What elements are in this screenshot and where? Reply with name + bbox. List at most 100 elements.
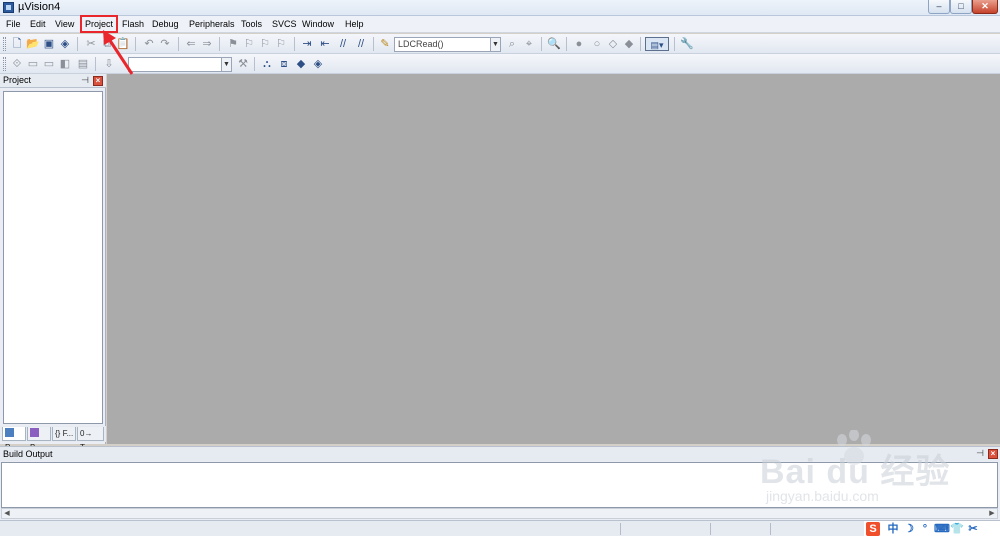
tab-project[interactable]: P... [2,427,26,452]
toolbar-separator [178,37,179,51]
bookmark-prev-icon[interactable]: ⚐ [242,37,256,51]
punctuation-icon[interactable]: ° [918,522,932,536]
build-output-title: Build Output [3,449,53,459]
configure-icon[interactable]: 🔧 [680,37,694,51]
menu-tools[interactable]: Tools [241,18,262,31]
maximize-button[interactable]: □ [950,0,972,14]
menu-bar: File Edit View Project Flash Debug Perip… [0,16,1000,33]
menu-file[interactable]: File [6,18,21,31]
pin-icon[interactable]: ⊣ [975,448,985,458]
find-combo-value: LDCRead() [398,39,444,49]
rebuild-icon[interactable]: ▭ [42,57,56,71]
build-icon[interactable]: ▭ [26,57,40,71]
project-tree[interactable] [3,91,103,424]
bookmark-clear-icon[interactable]: ⚐ [274,37,288,51]
disable-all-breakpoints-icon[interactable]: ◇ [606,37,620,51]
toolbar-separator [640,37,641,51]
project-panel-tabs: P... B... {} F... 0→ T... [0,426,106,452]
copy-icon[interactable]: ⧉ [100,37,114,51]
start-debug-icon[interactable]: 🔍 [547,37,561,51]
bookmark-toggle-icon[interactable]: ⚑ [226,37,240,51]
toolbar-build: ⟐ ▭ ▭ ◧ ▤ ⇩ ▼ ⚒ ⛬ ⧈ ◆ ◈ [0,54,1000,74]
toolbar-grip[interactable] [3,57,6,71]
menu-debug[interactable]: Debug [152,18,179,31]
undo-icon[interactable]: ↶ [142,37,156,51]
toolbar-separator [135,37,136,51]
menu-svcs[interactable]: SVCS [272,18,297,31]
moon-icon[interactable]: ☽ [902,522,916,536]
translate-icon[interactable]: ⟐ [10,57,24,71]
scroll-right-icon[interactable]: ▶ [987,509,997,518]
menu-help[interactable]: Help [345,18,364,31]
ime-language-icon[interactable]: 中 [886,522,900,536]
target-options-icon[interactable]: ⚒ [236,57,250,71]
manage-runtime-icon[interactable]: ◈ [311,57,325,71]
stop-build-icon[interactable]: ▤ [76,57,90,71]
file-extensions-icon[interactable]: ⧈ [277,57,291,71]
tab-books[interactable]: B... [27,427,51,452]
chevron-down-icon[interactable]: ▼ [221,58,231,71]
find-combo[interactable]: LDCRead() ▼ [394,37,501,52]
tab-templates[interactable]: 0→ T... [77,427,104,452]
redo-icon[interactable]: ↷ [158,37,172,51]
watermark-logo-text: Bai du 经验 [760,453,951,491]
watermark-url: jingyan.baidu.com [766,488,879,504]
save-all-icon[interactable]: ◈ [58,37,72,51]
menu-edit[interactable]: Edit [30,18,46,31]
cut-icon[interactable]: ✂ [84,37,98,51]
toolbar-file: 🗋 📂 ▣ ◈ ✂ ⧉ 📋 ↶ ↷ ⇐ ⇒ ⚑ ⚐ ⚐ ⚐ ⇥ ⇤ // // … [0,34,1000,54]
menu-peripherals[interactable]: Peripherals [189,18,235,31]
tab-functions[interactable]: {} F... [52,427,76,441]
target-select[interactable]: ▼ [128,57,232,72]
uvision-app-icon [3,2,14,13]
paste-icon[interactable]: 📋 [116,37,130,51]
batch-build-icon[interactable]: ◧ [58,57,72,71]
toolbar-separator [294,37,295,51]
toolbar-separator [674,37,675,51]
enable-breakpoint-icon[interactable]: ○ [590,37,604,51]
tools-icon[interactable]: ✂ [966,522,980,536]
menu-flash[interactable]: Flash [122,18,144,31]
select-packs-icon[interactable]: ◆ [294,57,308,71]
window-layout-icon[interactable]: ▤▾ [645,37,669,51]
close-button[interactable]: ✕ [972,0,998,14]
shirt-icon[interactable]: 👕 [950,522,964,536]
insert-breakpoint-icon[interactable]: ● [572,37,586,51]
find-in-files-icon[interactable]: ✎ [378,37,392,51]
menu-window[interactable]: Window [302,18,334,31]
keyboard-icon[interactable]: ⌨ [934,522,950,536]
navigate-forward-icon[interactable]: ⇒ [200,37,214,51]
toolbar-grip[interactable] [3,37,6,51]
toolbar-separator [254,57,255,71]
uncomment-icon[interactable]: // [354,37,368,51]
pin-icon[interactable]: ⊣ [80,75,90,85]
bookmark-next-icon[interactable]: ⚐ [258,37,272,51]
close-icon[interactable]: × [988,449,998,459]
incremental-find-icon[interactable]: ⌖ [522,37,536,51]
project-panel: Project ⊣ × P... B... {} F... 0→ T... [0,74,106,452]
new-file-icon[interactable]: 🗋 [10,37,24,51]
unindent-icon[interactable]: ⇤ [318,37,332,51]
system-tray: S 中 ☽ ° ⌨ 👕 ✂ [864,521,1000,536]
editor-workspace[interactable] [107,74,1000,444]
minimize-button[interactable]: – [928,0,950,14]
status-divider [620,523,621,535]
ime-s-icon[interactable]: S [866,522,880,536]
manage-project-items-icon[interactable]: ⛬ [260,57,274,71]
toolbar-separator [219,37,220,51]
menu-view[interactable]: View [55,18,74,31]
navigate-back-icon[interactable]: ⇐ [184,37,198,51]
comment-icon[interactable]: // [336,37,350,51]
window-title: µVision4 [18,1,61,13]
scroll-left-icon[interactable]: ◀ [2,509,12,518]
indent-icon[interactable]: ⇥ [300,37,314,51]
chevron-down-icon[interactable]: ▼ [490,38,500,51]
download-icon[interactable]: ⇩ [102,57,116,71]
toolbar-separator [95,57,96,71]
save-icon[interactable]: ▣ [42,37,56,51]
kill-all-breakpoints-icon[interactable]: ◆ [622,37,636,51]
close-icon[interactable]: × [93,76,103,86]
status-divider [770,523,771,535]
find-icon[interactable]: ⌕ [505,37,519,51]
open-file-icon[interactable]: 📂 [26,37,40,51]
